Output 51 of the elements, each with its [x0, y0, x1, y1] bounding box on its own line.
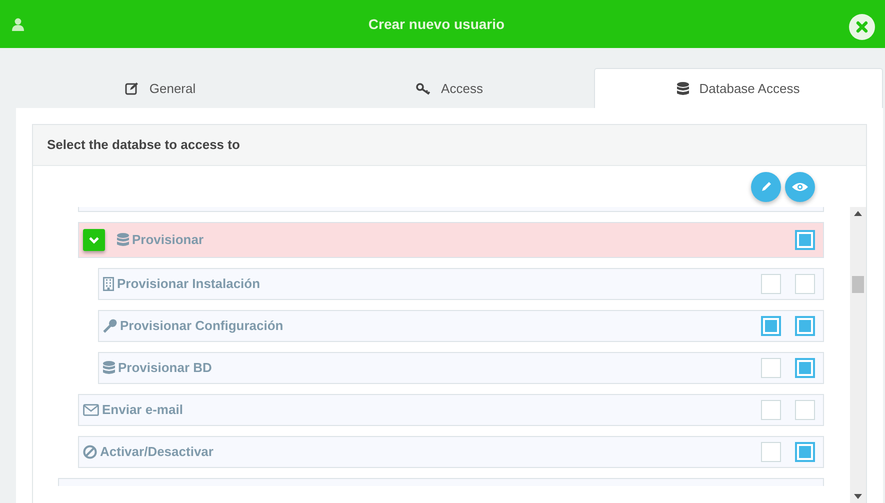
checkbox[interactable]	[761, 316, 781, 336]
view-button[interactable]	[785, 172, 815, 202]
checkbox[interactable]	[761, 274, 781, 294]
user-icon	[12, 18, 24, 30]
close-button[interactable]	[849, 14, 875, 40]
checkbox[interactable]	[761, 442, 781, 462]
item-label: Provisionar BD	[118, 359, 213, 378]
database-icon	[117, 233, 129, 247]
database-icon	[677, 82, 690, 96]
checkbox[interactable]	[761, 358, 781, 378]
list-row[interactable]: Provisionar	[78, 222, 824, 258]
chevron-down-icon	[89, 236, 99, 244]
item-label: Enviar e-mail	[102, 401, 184, 420]
list-row[interactable]: Enviar e-mail	[78, 394, 824, 426]
list-row[interactable]: Provisionar BD	[98, 352, 824, 384]
database-icon	[103, 361, 115, 375]
item-label: Provisionar Instalación	[117, 275, 262, 294]
checkbox[interactable]	[795, 230, 815, 250]
close-icon	[855, 20, 869, 34]
scroll-thumb[interactable]	[852, 276, 864, 293]
list-row[interactable]: Provisionar Configuración	[98, 310, 824, 342]
window-title: Crear nuevo usuario	[367, 14, 506, 34]
scroll-down-icon[interactable]	[854, 494, 862, 499]
checkbox[interactable]	[795, 316, 815, 336]
item-label: Provisionar Configuración	[120, 317, 284, 336]
item-label: Provisionar	[132, 231, 205, 250]
list-row[interactable]: Activar/Desactivar	[78, 436, 824, 468]
checkbox[interactable]	[761, 400, 781, 420]
scrollbar[interactable]	[850, 207, 866, 503]
envelope-icon	[83, 404, 99, 416]
edit-icon	[125, 82, 140, 95]
checkbox[interactable]	[795, 274, 815, 294]
checkbox[interactable]	[795, 442, 815, 462]
pencil-icon	[760, 180, 772, 193]
key-icon	[416, 82, 432, 94]
eye-icon	[792, 182, 808, 192]
panel-title: Select the databse to access to	[33, 125, 866, 166]
tab[interactable]: Access	[305, 68, 594, 108]
list-row[interactable]: Provisionar Instalación	[98, 268, 824, 300]
list-row[interactable]	[58, 478, 824, 486]
expand-button[interactable]	[83, 229, 105, 251]
list-row[interactable]	[78, 207, 824, 212]
tab[interactable]: General	[16, 68, 305, 108]
ban-icon	[83, 445, 97, 459]
building-icon	[103, 277, 114, 291]
tab[interactable]: Database Access	[594, 68, 883, 108]
scroll-up-icon[interactable]	[854, 211, 862, 216]
checkbox[interactable]	[795, 358, 815, 378]
item-label: Activar/Desactivar	[100, 443, 214, 462]
edit-button[interactable]	[751, 172, 781, 202]
checkbox[interactable]	[795, 400, 815, 420]
